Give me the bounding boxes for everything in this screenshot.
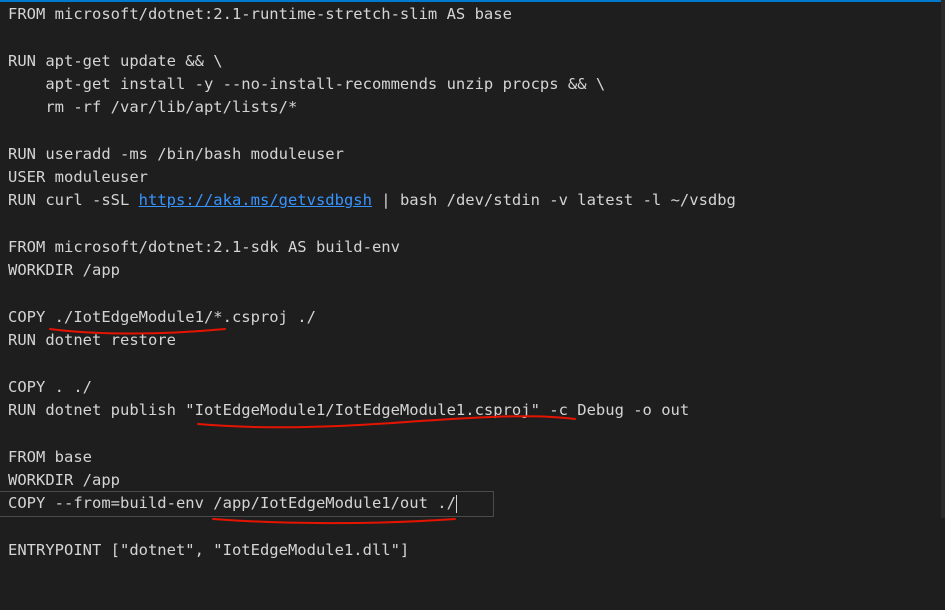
code-line-16[interactable]	[8, 352, 945, 375]
code-line-11[interactable]: FROM microsoft/dotnet:2.1-sdk AS build-e…	[8, 236, 945, 259]
code-line-9[interactable]: RUN curl -sSL https://aka.ms/getvsdbgsh …	[8, 189, 945, 212]
code-line-12[interactable]: WORKDIR /app	[8, 259, 945, 282]
code-line-4[interactable]: apt-get install -y --no-install-recommen…	[8, 73, 945, 96]
code-line-13[interactable]	[8, 283, 945, 306]
code-line-8[interactable]: USER moduleuser	[8, 166, 945, 189]
code-line-23[interactable]	[8, 516, 945, 539]
current-line[interactable]: COPY --from=build-env /app/IotEdgeModule…	[0, 491, 494, 517]
code-text: | bash /dev/stdin -v latest -l ~/vsdbg	[371, 191, 736, 210]
code-line-3[interactable]: RUN apt-get update && \	[8, 50, 945, 73]
code-line-17[interactable]: COPY . ./	[8, 376, 945, 399]
code-line-1[interactable]: FROM microsoft/dotnet:2.1-runtime-stretc…	[8, 3, 945, 26]
code-text: COPY --from=build-env /app/IotEdgeModule…	[8, 494, 456, 513]
editor-top-accent	[0, 0, 945, 2]
code-text: RUN curl -sSL	[8, 191, 139, 210]
code-line-15[interactable]: RUN dotnet restore	[8, 329, 945, 352]
code-line-21[interactable]: WORKDIR /app	[8, 469, 945, 492]
text-cursor	[455, 494, 457, 513]
code-line-24[interactable]: ENTRYPOINT ["dotnet", "IotEdgeModule1.dl…	[8, 539, 945, 562]
code-line-5[interactable]: rm -rf /var/lib/apt/lists/*	[8, 96, 945, 119]
url-link[interactable]: https://aka.ms/getvsdbgsh	[139, 191, 372, 209]
code-line-10[interactable]	[8, 213, 945, 236]
code-line-6[interactable]	[8, 119, 945, 142]
code-line-7[interactable]: RUN useradd -ms /bin/bash moduleuser	[8, 143, 945, 166]
code-line-18[interactable]: RUN dotnet publish "IotEdgeModule1/IotEd…	[8, 399, 945, 422]
code-area[interactable]: FROM microsoft/dotnet:2.1-runtime-stretc…	[0, 3, 945, 562]
code-line-20[interactable]: FROM base	[8, 446, 945, 469]
code-line-2[interactable]	[8, 26, 945, 49]
code-line-19[interactable]	[8, 422, 945, 445]
code-editor[interactable]: FROM microsoft/dotnet:2.1-runtime-stretc…	[0, 0, 945, 610]
code-line-14[interactable]: COPY ./IotEdgeModule1/*.csproj ./	[8, 306, 945, 329]
